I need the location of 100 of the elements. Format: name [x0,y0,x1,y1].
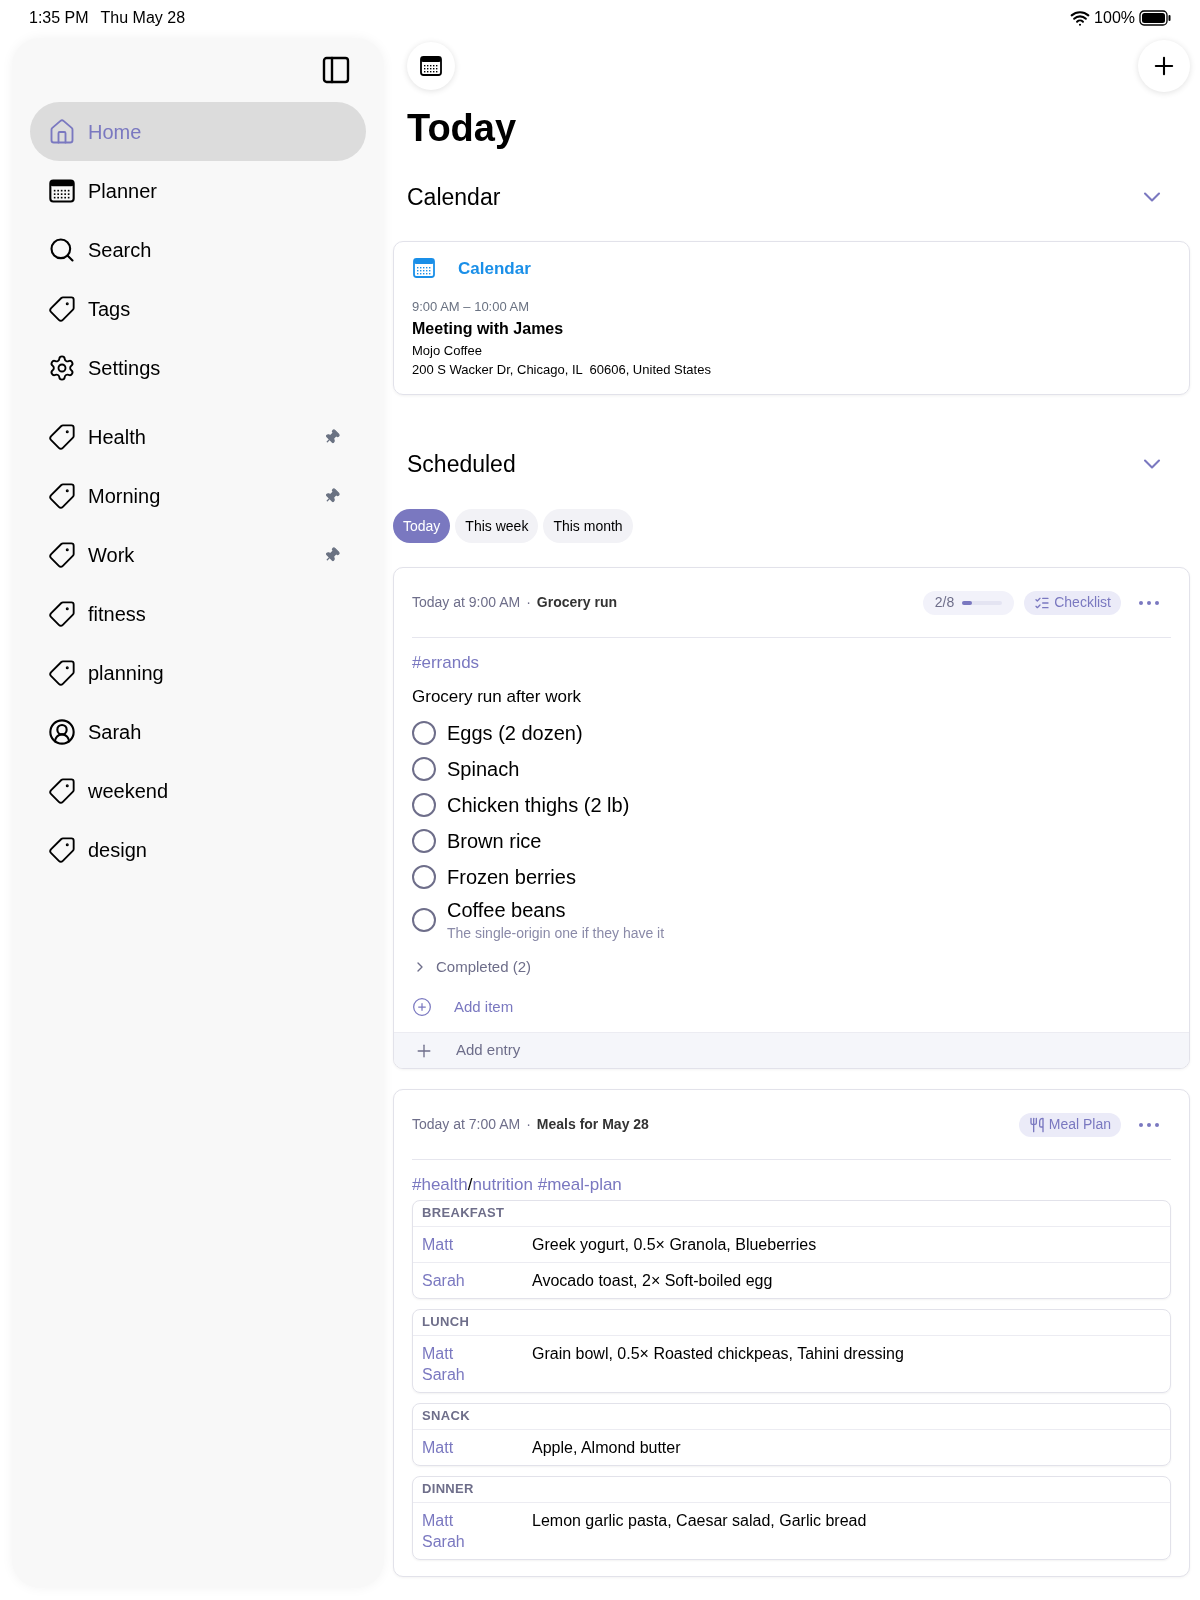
entry-title: Grocery run [536,593,617,612]
person-name: Sarah [422,1270,466,1291]
checkbox[interactable] [412,721,436,745]
section-title: Scheduled [407,449,516,479]
entry-note: Grocery run after work [412,685,583,708]
meal-heading: BREAKFAST [413,1200,1170,1227]
person-name: Matt [422,1437,455,1458]
sidebar-item[interactable]: design [30,820,366,879]
item-label: Coffee beans [447,898,567,923]
entry-title: Meals for May 28 [536,1115,649,1134]
checkbox[interactable] [412,865,436,889]
person-name: Sarah [422,1531,466,1552]
more-icon [1139,600,1159,605]
sidebar-label: design [88,837,148,863]
sidebar-label: Tags [88,296,132,322]
wifi-icon [1070,8,1091,28]
sidebar-item[interactable]: Morning [30,466,366,525]
item-label: Chicken thighs (2 lb) [447,793,630,818]
page-title: Today [406,106,518,151]
more-icon [1139,1122,1159,1127]
meal-food: Greek yogurt, 0.5× Granola, Blueberries [532,1234,817,1255]
meal-food: Lemon garlic pasta, Caesar salad, Garlic bread [532,1510,867,1531]
sidebar-item[interactable]: Sarah [30,702,366,761]
meal-food: Grain bowl, 0.5× Roasted chickpeas, Tahini dressing [532,1343,904,1364]
item-label: Spinach [447,757,520,782]
sidebar-label: fitness [88,601,147,627]
entry-time: Today at 7:00 AM [412,1115,521,1134]
status-date: Thu May 28 [100,8,186,28]
meal-heading: DINNER [413,1476,1170,1503]
calendar-icon [419,54,443,78]
calendar-icon [48,176,76,205]
tag-line: #health/nutrition #meal-plan [412,1174,623,1196]
tag-line: #errands [412,652,481,674]
utensils-icon [1028,1116,1045,1133]
sidebar-label: Planner [88,178,158,204]
event-title: Meeting with James [412,318,565,339]
tag-icon [48,599,76,628]
entry-time: Today at 9:00 AM [412,593,521,612]
sidebar-label: Morning [88,483,162,509]
progress-text: 2/8 [934,593,955,612]
battery-percent: 100% [1094,8,1135,28]
sidebar-item[interactable]: Tags [30,279,366,338]
person-icon [48,717,76,746]
sidebar-item[interactable]: fitness [30,584,366,643]
sidebar-label: Sarah [88,719,143,745]
checkbox[interactable] [412,757,436,781]
sidebar-item[interactable]: planning [30,643,366,702]
person-name: Matt [422,1510,455,1531]
meal-heading: SNACK [413,1403,1170,1430]
person-name: Matt [422,1343,455,1364]
search-icon [48,235,76,264]
sidebar-label: Search [88,237,153,263]
checkbox[interactable] [412,829,436,853]
person-name: Sarah [422,1364,466,1385]
settings-icon [48,353,76,382]
event-address: 200 S Wacker Dr, Chicago, IL 60606, United States [412,361,712,379]
completed-toggle[interactable]: Completed (2) [412,952,532,982]
tag-icon [48,481,76,510]
sidebar-label: Home [88,119,143,145]
sidebar-icon [320,54,352,86]
filter-tab[interactable]: This month [543,509,633,543]
person-name: Matt [422,1234,455,1255]
badge-label: Checklist [1054,593,1111,612]
add-button[interactable] [1138,40,1190,92]
sidebar-item[interactable]: Settings [30,338,366,397]
tag-icon [48,658,76,687]
checkbox[interactable] [412,793,436,817]
filter-tab[interactable]: This week [455,509,539,543]
add-item-button[interactable]: Add item [412,982,514,1032]
sidebar-item[interactable]: Planner [30,161,366,220]
section-title: Calendar [407,183,501,212]
sidebar-item[interactable]: weekend [30,761,366,820]
battery-icon [1139,10,1171,26]
item-note: The single-origin one if they have it [447,924,665,943]
separator-dot: · [526,593,531,612]
calendar-icon [412,257,436,280]
event-card[interactable]: Calendar 9:00 AM – 10:00 AM Meeting with James Mojo Coffee 200 S Wacker Dr, Chicago, IL 60606, United States [393,240,1190,395]
meal-food: Avocado toast, 2× Soft-boiled egg [532,1270,773,1291]
item-label: Eggs (2 dozen) [447,721,583,746]
sidebar-label: Settings [88,355,162,381]
event-time: 9:00 AM – 10:00 AM [412,298,531,316]
add-entry-button[interactable]: Add entry [394,1032,1189,1068]
calendar-source: Calendar [458,257,531,280]
calendar-button[interactable] [407,42,455,90]
tag-icon [48,835,76,864]
filter-tab[interactable]: Today [393,509,451,543]
sidebar-item[interactable]: Health [30,407,366,466]
meal-food: Apple, Almond butter [532,1437,681,1458]
checkbox[interactable] [412,907,436,932]
tag-icon [48,422,76,451]
badge-label: Meal Plan [1048,1115,1111,1134]
more-button[interactable] [1139,600,1159,605]
tag-icon [48,540,76,569]
sidebar-item[interactable]: Search [30,220,366,279]
more-button[interactable] [1139,1122,1159,1127]
separator-dot: · [526,1115,531,1134]
item-label: Brown rice [447,829,542,854]
house-icon [48,117,76,146]
sidebar-item[interactable]: Work [30,525,366,584]
sidebar-label: weekend [88,778,170,804]
